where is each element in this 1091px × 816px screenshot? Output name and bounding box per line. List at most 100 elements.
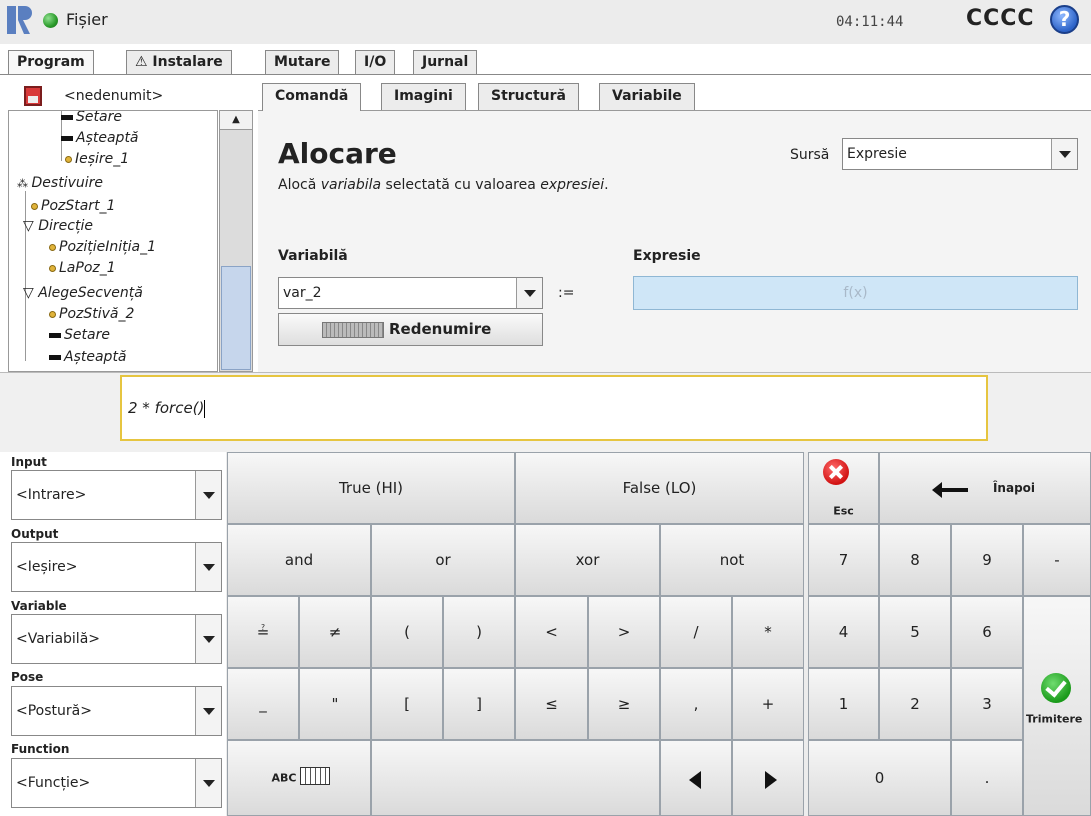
greater-equal-key[interactable]: ≥ <box>588 668 660 740</box>
key-0[interactable]: 0 <box>808 740 951 816</box>
false-key[interactable]: False (LO) <box>515 452 804 524</box>
comma-key[interactable]: , <box>660 668 732 740</box>
page-title: Alocare <box>278 137 397 170</box>
tab-io[interactable]: I/O <box>355 50 396 74</box>
submit-button[interactable]: Trimitere <box>1023 596 1091 816</box>
tab-move[interactable]: Mutare <box>265 50 340 74</box>
status-indicator-icon <box>43 13 58 28</box>
or-key[interactable]: or <box>371 524 515 596</box>
less-than-key[interactable]: < <box>515 596 588 668</box>
xor-key[interactable]: xor <box>515 524 660 596</box>
tree-item[interactable]: ▽ AlegeSecvență <box>23 285 143 301</box>
space-key[interactable] <box>371 740 660 816</box>
divide-key[interactable]: / <box>660 596 732 668</box>
tab-installation[interactable]: ⚠ Instalare <box>126 50 232 74</box>
close-icon <box>823 459 849 485</box>
less-equal-key[interactable]: ≤ <box>515 668 588 740</box>
expression-input[interactable]: 2 * force() <box>120 375 988 441</box>
greater-than-key[interactable]: > <box>588 596 660 668</box>
waypoint-icon <box>65 155 72 163</box>
keyboard-icon <box>300 767 330 785</box>
equal-query-key[interactable]: ≟ <box>227 596 299 668</box>
chevron-down-icon[interactable] <box>195 687 221 735</box>
not-equal-key[interactable]: ≠ <box>299 596 371 668</box>
tab-variables[interactable]: Variabile <box>599 83 695 110</box>
variable-select[interactable]: var_2 <box>278 277 543 309</box>
input-select[interactable]: <Intrare> <box>11 470 222 520</box>
tree-item[interactable]: ▽ Direcție <box>23 218 93 234</box>
multiply-key[interactable]: * <box>732 596 804 668</box>
abc-keyboard-button[interactable]: ABC <box>227 740 371 816</box>
tab-divider <box>0 74 1091 75</box>
minus-key[interactable]: - <box>1023 524 1091 596</box>
tree-item[interactable]: Ieșire_1 <box>65 151 129 167</box>
cursor-right-button[interactable] <box>732 740 804 816</box>
tree-item[interactable]: Așteaptă <box>61 130 139 146</box>
key-8[interactable]: 8 <box>879 524 951 596</box>
key-4[interactable]: 4 <box>808 596 879 668</box>
tree-item[interactable]: ⁂ Destivuire <box>17 175 103 191</box>
lbracket-key[interactable]: [ <box>371 668 443 740</box>
clock: 04:11:44 <box>836 14 904 30</box>
program-tree[interactable]: Setare Așteaptă Ieșire_1 ⁂ Destivuire Po… <box>8 110 218 372</box>
chevron-down-icon[interactable] <box>195 471 221 519</box>
key-7[interactable]: 7 <box>808 524 879 596</box>
file-menu[interactable]: Fișier <box>66 10 108 29</box>
tree-item[interactable]: Setare <box>49 327 110 343</box>
tree-item[interactable]: Așteaptă <box>49 349 127 365</box>
save-file-icon[interactable] <box>24 86 42 106</box>
true-key[interactable]: True (HI) <box>227 452 515 524</box>
dot-key[interactable]: . <box>951 740 1023 816</box>
rbracket-key[interactable]: ] <box>443 668 515 740</box>
wait-icon <box>61 135 73 141</box>
tree-item[interactable]: LaPoz_1 <box>49 260 116 276</box>
scroll-thumb[interactable] <box>221 266 251 370</box>
key-9[interactable]: 9 <box>951 524 1023 596</box>
wait-icon <box>49 354 61 360</box>
key-1[interactable]: 1 <box>808 668 879 740</box>
tree-item[interactable]: Setare <box>61 111 122 125</box>
program-header[interactable]: <nedenumit> <box>8 84 260 110</box>
function-select[interactable]: <Funcție> <box>11 758 222 808</box>
ur-logo-icon <box>7 6 32 34</box>
variable-list-select[interactable]: <Variabilă> <box>11 614 222 664</box>
waypoint-icon <box>49 310 56 318</box>
back-button[interactable]: Înapoi <box>879 452 1091 524</box>
tab-structure[interactable]: Structură <box>478 83 579 110</box>
key-6[interactable]: 6 <box>951 596 1023 668</box>
rparen-key[interactable]: ) <box>443 596 515 668</box>
chevron-down-icon[interactable] <box>195 543 221 591</box>
chevron-down-icon[interactable] <box>1051 139 1077 169</box>
lparen-key[interactable]: ( <box>371 596 443 668</box>
and-key[interactable]: and <box>227 524 371 596</box>
page-subtitle: Alocă variabila selectată cu valoarea ex… <box>278 177 609 193</box>
source-select[interactable]: Expresie <box>842 138 1078 170</box>
tab-command[interactable]: Comandă <box>262 83 362 111</box>
scroll-up-icon[interactable]: ▲ <box>219 110 253 130</box>
tab-program[interactable]: Program <box>8 50 94 75</box>
key-5[interactable]: 5 <box>879 596 951 668</box>
esc-button[interactable]: Esc <box>808 452 879 524</box>
waypoint-icon <box>31 202 38 210</box>
key-3[interactable]: 3 <box>951 668 1023 740</box>
top-bar <box>0 0 1091 44</box>
help-icon[interactable]: ? <box>1050 5 1079 34</box>
checkmark-icon <box>1041 673 1071 703</box>
quote-key[interactable]: " <box>299 668 371 740</box>
not-key[interactable]: not <box>660 524 804 596</box>
chevron-down-icon[interactable] <box>516 278 542 308</box>
pose-select[interactable]: <Postură> <box>11 686 222 736</box>
rename-button[interactable]: Redenumire <box>278 313 543 346</box>
tree-item[interactable]: PozițieIniția_1 <box>49 239 156 255</box>
plus-key[interactable]: + <box>732 668 804 740</box>
output-select[interactable]: <Ieșire> <box>11 542 222 592</box>
tab-images[interactable]: Imagini <box>381 83 466 110</box>
underscore-key[interactable]: _ <box>227 668 299 740</box>
tab-log[interactable]: Jurnal <box>413 50 478 74</box>
chevron-down-icon[interactable] <box>195 615 221 663</box>
tree-item[interactable]: PozStart_1 <box>31 198 115 214</box>
cursor-left-button[interactable] <box>660 740 732 816</box>
tree-item[interactable]: PozStivă_2 <box>49 306 134 322</box>
expression-field[interactable]: f(x) <box>633 276 1078 310</box>
key-2[interactable]: 2 <box>879 668 951 740</box>
